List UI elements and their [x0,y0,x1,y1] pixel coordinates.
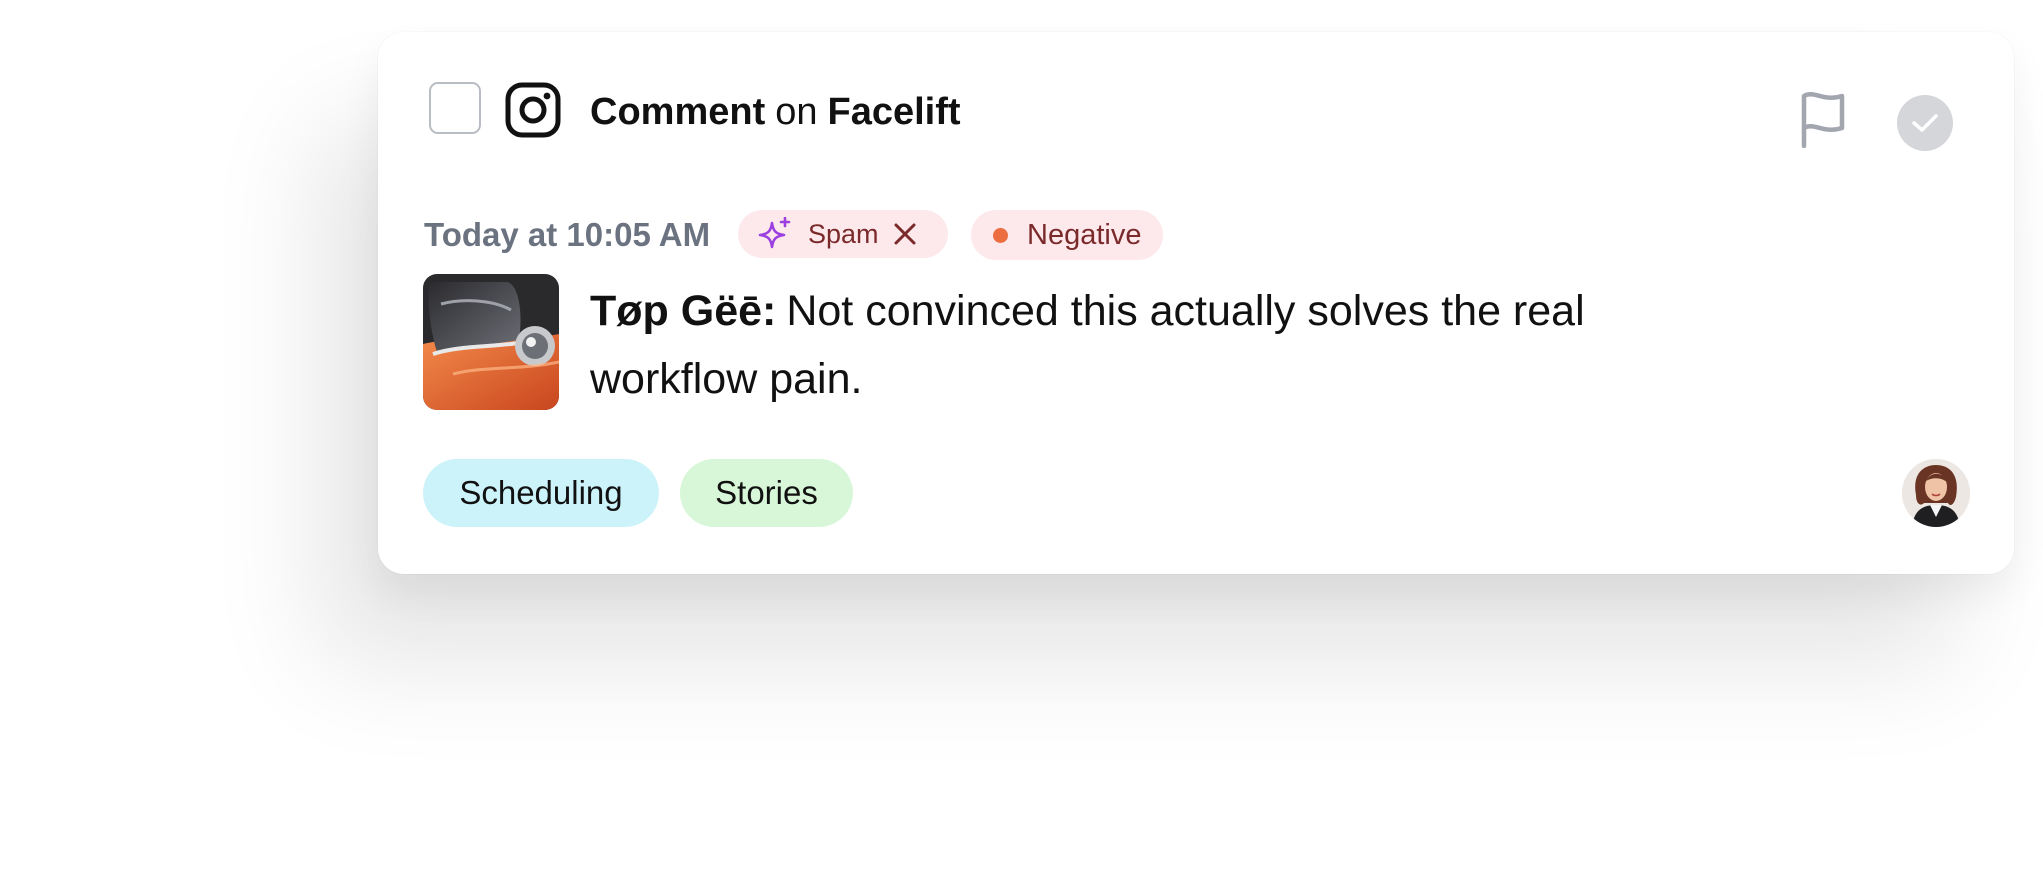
post-thumbnail[interactable] [423,274,559,410]
tag-stories[interactable]: Stories [680,459,853,527]
remove-label-icon[interactable] [892,221,918,247]
instagram-icon [505,82,561,138]
car-photo-image [423,274,559,410]
sentiment-dot [993,228,1008,243]
item-target-link[interactable]: Facelift [828,91,961,133]
item-title: Comment on Facelift [590,88,961,136]
mark-done-button[interactable] [1897,95,1953,151]
tag-scheduling[interactable]: Scheduling [423,459,659,527]
comment-author[interactable]: Tøp Gëē: [590,287,776,335]
flag-icon[interactable] [1798,90,1848,148]
select-checkbox[interactable] [429,82,481,134]
item-action: Comment [590,91,766,133]
assignee-avatar[interactable] [1902,459,1970,527]
spam-label-badge: Spam [738,210,948,258]
checkmark-icon [1912,114,1938,132]
comment-body: Tøp Gëē: Not convinced this actually solv… [590,277,1720,413]
spam-label: Spam [808,219,879,249]
ai-sparkle-icon [758,217,791,249]
avatar-image [1902,459,1970,527]
sentiment-badge[interactable]: Negative [971,210,1163,260]
sentiment-label: Negative [1027,219,1142,251]
inbox-item-card[interactable]: Comment on Facelift Today at 10:05 AM Spam… [378,32,2014,574]
timestamp: Today at 10:05 AM [424,216,711,253]
item-connector: on [775,91,818,133]
stage: Comment on Facelift Today at 10:05 AM Spam… [0,0,2043,887]
